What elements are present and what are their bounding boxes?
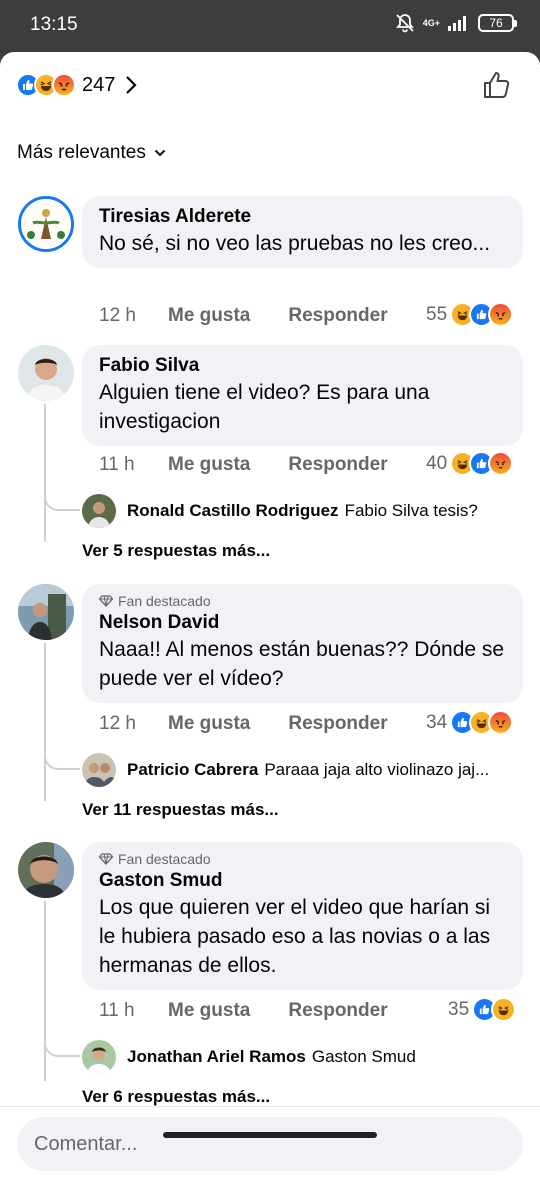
comment-composer bbox=[0, 1106, 540, 1200]
avatar[interactable] bbox=[82, 1040, 116, 1074]
reply-preview[interactable]: Jonathan Ariel Ramos Gaston Smud bbox=[82, 1040, 416, 1074]
fan-badge: Fan destacado bbox=[99, 593, 507, 609]
angry-reaction-icon bbox=[488, 710, 514, 735]
comment-author[interactable]: Fabio Silva bbox=[99, 354, 507, 378]
thread-connector bbox=[44, 752, 80, 770]
comment-bubble[interactable]: Fan destacado Gaston Smud Los que quiere… bbox=[82, 842, 523, 990]
diamond-icon bbox=[99, 853, 113, 865]
sort-label: Más relevantes bbox=[17, 142, 146, 163]
reaction-count: 247 bbox=[82, 73, 116, 96]
reply-author[interactable]: Ronald Castillo Rodriguez bbox=[127, 501, 339, 521]
comment-bubble[interactable]: Fabio Silva Alguien tiene el video? Es p… bbox=[82, 345, 523, 446]
thread-line bbox=[44, 404, 46, 542]
avatar[interactable] bbox=[82, 494, 116, 528]
comment-text: Los que quieren ver el video que harían … bbox=[99, 896, 491, 977]
reply-author[interactable]: Jonathan Ariel Ramos bbox=[127, 1047, 306, 1067]
avatar[interactable] bbox=[18, 345, 74, 401]
reply-button[interactable]: Responder bbox=[288, 305, 387, 327]
comment-input[interactable] bbox=[17, 1117, 523, 1171]
fan-badge: Fan destacado bbox=[99, 851, 507, 867]
comment-author[interactable]: Tiresias Alderete bbox=[99, 205, 507, 229]
comment-text: Alguien tiene el video? Es para una inve… bbox=[99, 381, 430, 433]
haha-reaction-icon bbox=[491, 997, 517, 1022]
angry-reaction-icon bbox=[52, 73, 76, 97]
comment-reaction-count: 34 bbox=[426, 711, 448, 733]
comment-time: 12 h bbox=[99, 305, 136, 326]
signal-icon bbox=[448, 16, 466, 31]
comment-text: No sé, si no veo las pruebas no les creo… bbox=[99, 232, 491, 255]
diamond-icon bbox=[99, 595, 113, 607]
angry-reaction-icon bbox=[488, 451, 514, 476]
status-icons: 4G+ 76 bbox=[395, 13, 517, 33]
chevron-down-icon bbox=[154, 149, 166, 157]
comment-time: 11 h bbox=[99, 1000, 135, 1021]
comments-sheet: 247 Más relevantes Tiresias Alderete No … bbox=[0, 52, 540, 1200]
reply-preview[interactable]: Ronald Castillo Rodriguez Fabio Silva te… bbox=[82, 494, 478, 528]
comment-time: 11 h bbox=[99, 454, 135, 475]
badge-label: Fan destacado bbox=[118, 593, 211, 609]
comment-reaction-count: 40 bbox=[426, 452, 448, 474]
mute-bell-icon bbox=[395, 14, 414, 33]
comment-actions: 12 h Me gusta Responder bbox=[99, 305, 426, 327]
angry-reaction-icon bbox=[488, 302, 514, 327]
comment-author[interactable]: Gaston Smud bbox=[99, 869, 507, 893]
like-button[interactable]: Me gusta bbox=[168, 1000, 250, 1022]
like-button[interactable]: Me gusta bbox=[168, 713, 250, 735]
reply-text: Paraaa jaja alto violinazo jaj... bbox=[264, 760, 490, 779]
chevron-right-icon bbox=[126, 76, 137, 94]
reply-button[interactable]: Responder bbox=[288, 713, 387, 735]
network-type: 4G+ bbox=[422, 17, 440, 28]
thread-connector bbox=[44, 493, 80, 511]
comment-bubble[interactable]: Fan destacado Nelson David Naaa!! Al men… bbox=[82, 584, 523, 703]
comment-bubble[interactable]: Tiresias Alderete No sé, si no veo las p… bbox=[82, 196, 523, 268]
like-button[interactable]: Me gusta bbox=[168, 454, 250, 476]
comment-actions: 11 h Me gusta Responder bbox=[99, 1000, 426, 1022]
like-button[interactable]: Me gusta bbox=[168, 305, 250, 327]
reply-text: Gaston Smud bbox=[311, 1047, 416, 1066]
comment-reactions[interactable]: 40 bbox=[426, 451, 514, 476]
comment-time: 12 h bbox=[99, 713, 136, 734]
comment-actions: 11 h Me gusta Responder bbox=[99, 454, 426, 476]
comment-reactions[interactable]: 55 bbox=[426, 302, 514, 327]
comment-actions: 12 h Me gusta Responder bbox=[99, 713, 426, 735]
comment-reaction-count: 55 bbox=[426, 303, 448, 325]
reply-author[interactable]: Patricio Cabrera bbox=[127, 760, 258, 780]
reply-button[interactable]: Responder bbox=[288, 454, 387, 476]
view-more-replies[interactable]: Ver 11 respuestas más... bbox=[82, 800, 279, 820]
thread-line bbox=[44, 901, 46, 1081]
like-outline-icon[interactable] bbox=[482, 70, 512, 100]
reply-preview[interactable]: Patricio Cabrera Paraaa jaja alto violin… bbox=[82, 753, 489, 787]
reactions-summary[interactable]: 247 bbox=[16, 70, 137, 100]
comment-reactions[interactable]: 35 bbox=[448, 997, 517, 1022]
comment-text: Naaa!! Al menos están buenas?? Dónde se … bbox=[99, 638, 505, 690]
comment-reactions[interactable]: 34 bbox=[426, 710, 514, 735]
avatar[interactable] bbox=[18, 196, 74, 252]
badge-label: Fan destacado bbox=[118, 851, 211, 867]
status-bar: 13:15 4G+ 76 bbox=[0, 0, 540, 52]
status-time: 13:15 bbox=[30, 14, 78, 35]
battery-icon: 76 bbox=[478, 14, 517, 32]
reply-button[interactable]: Responder bbox=[288, 1000, 387, 1022]
avatar[interactable] bbox=[18, 842, 74, 898]
comment-author[interactable]: Nelson David bbox=[99, 611, 507, 635]
avatar[interactable] bbox=[82, 753, 116, 787]
view-more-replies[interactable]: Ver 5 respuestas más... bbox=[82, 541, 270, 561]
thread-connector bbox=[44, 1039, 80, 1057]
reply-text: Fabio Silva tesis? bbox=[344, 501, 478, 520]
home-indicator[interactable] bbox=[163, 1132, 377, 1138]
avatar[interactable] bbox=[18, 584, 74, 640]
view-more-replies[interactable]: Ver 6 respuestas más... bbox=[82, 1087, 270, 1107]
comment-reaction-count: 35 bbox=[448, 998, 470, 1020]
sort-dropdown[interactable]: Más relevantes bbox=[17, 142, 166, 164]
thread-line bbox=[44, 643, 46, 801]
